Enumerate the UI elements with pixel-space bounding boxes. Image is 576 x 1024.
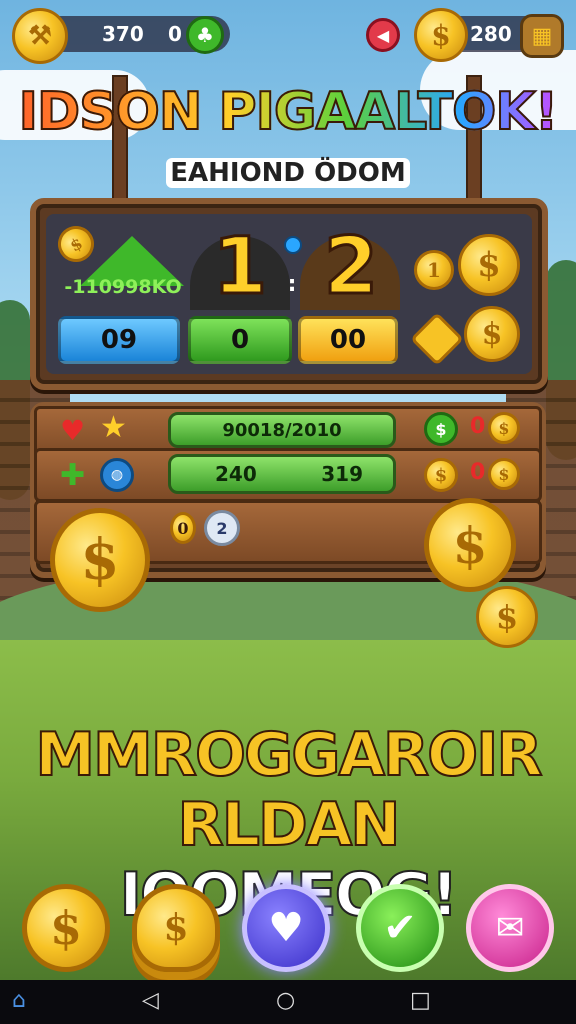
back-icon[interactable]: ◁ <box>142 988 159 1013</box>
coin-stack-button[interactable]: $ <box>132 884 220 972</box>
home-icon[interactable]: ⌂ <box>12 988 26 1013</box>
subtitle-text: EAHIOND ÖDOM <box>166 158 410 188</box>
heart-icon: ♥ <box>60 414 86 447</box>
big-coin-icon: $ <box>50 508 150 612</box>
big-coin-icon: $ <box>424 498 516 592</box>
system-nav-bar: ⌂ ◁ ○ □ <box>0 980 576 1024</box>
action-bar: $ $ ♥ ✔ ✉ <box>0 884 576 978</box>
score-separator: : <box>287 272 297 297</box>
side-top-value: 1 <box>414 250 454 290</box>
score-left: 1 <box>211 221 268 314</box>
row1-count: 0 <box>470 414 486 439</box>
coin-icon: $ <box>464 306 520 362</box>
row3-left: 0 <box>170 512 196 544</box>
game-subtitle: EAHIOND ÖDOM <box>0 158 576 188</box>
globe-icon: ◍ <box>100 458 134 492</box>
stat-bar-1: 90018/2010 <box>168 412 396 448</box>
share-button[interactable]: ✉ <box>466 884 554 972</box>
plus-icon: ✚ <box>60 458 86 493</box>
dollar-green-icon: $ <box>424 412 458 446</box>
score-right: 2 <box>322 221 379 314</box>
blue-button[interactable]: 09 <box>58 316 180 364</box>
stat-bar-2-left: 240 <box>215 462 257 486</box>
coin-icon: $ <box>488 458 520 490</box>
home-circle-icon[interactable]: ○ <box>276 988 295 1013</box>
grid-menu-icon[interactable]: ▦ <box>520 14 564 58</box>
promo-line-2-yellow: RLDAN <box>177 789 402 861</box>
game-title: IDSON PIGAALTOK! <box>0 81 576 143</box>
coin-icon: $ <box>488 412 520 444</box>
coin-icon: $ <box>476 586 538 648</box>
coin-icon: $ <box>458 234 520 296</box>
green-button[interactable]: 0 <box>188 316 292 364</box>
stat-bar-2-right: 319 <box>321 462 363 486</box>
yellow-button[interactable]: 00 <box>298 316 398 364</box>
coin-count: 280 <box>470 22 512 46</box>
hammer-icon[interactable]: ⚒ <box>12 8 68 64</box>
left-value: -110998KO <box>64 276 182 298</box>
row2-count: 0 <box>470 460 486 485</box>
shield-icon[interactable]: ◀ <box>366 18 400 52</box>
recents-icon[interactable]: □ <box>410 988 431 1013</box>
stat-bar-1-text: 90018/2010 <box>222 419 342 441</box>
counter-1: 370 <box>102 22 144 46</box>
shield-heart-button[interactable]: ♥ <box>242 884 330 972</box>
promo-line-1: MMROGGAROIR <box>34 719 543 791</box>
row3-right: 2 <box>204 510 240 546</box>
pin-icon <box>284 236 302 254</box>
counter-2: 0 <box>168 22 182 46</box>
clover-icon[interactable]: ♣ <box>186 16 224 54</box>
stat-bar-2: 240 319 <box>168 454 396 494</box>
coin-icon: $ <box>424 458 458 492</box>
coin-icon: $ <box>414 8 468 62</box>
check-button[interactable]: ✔ <box>356 884 444 972</box>
star-icon: ★ <box>100 410 127 445</box>
coin-button[interactable]: $ <box>22 884 110 972</box>
